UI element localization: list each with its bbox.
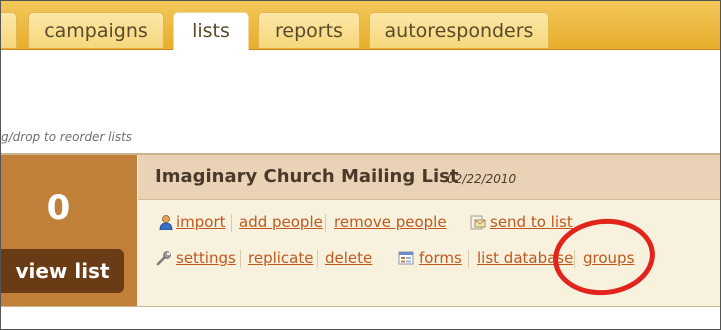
forms-link[interactable]: forms <box>419 249 462 267</box>
tab-partial[interactable] <box>1 12 17 48</box>
separator <box>231 214 232 232</box>
add-people-link[interactable]: add people <box>239 213 323 231</box>
wrench-icon <box>156 251 171 266</box>
separator <box>240 250 241 268</box>
tab-reports[interactable]: reports <box>258 12 360 48</box>
list-header: Imaginary Church Mailing List 02/22/2010 <box>138 155 720 200</box>
tab-autoresponders[interactable]: autoresponders <box>369 12 549 48</box>
replicate-link[interactable]: replicate <box>248 249 313 267</box>
list-title[interactable]: Imaginary Church Mailing List <box>155 166 458 187</box>
remove-people-link[interactable]: remove people <box>334 213 447 231</box>
tab-bar: campaigns lists reports autoresponders <box>1 1 720 50</box>
separator <box>317 250 318 268</box>
view-list-button[interactable]: view list <box>1 249 124 293</box>
send-mail-icon <box>470 215 486 230</box>
settings-link[interactable]: settings <box>176 249 236 267</box>
separator <box>325 214 326 232</box>
subscriber-count-box: 0 view list <box>1 155 137 306</box>
list-date: 02/22/2010 <box>447 172 517 186</box>
tab-campaigns[interactable]: campaigns <box>28 12 164 48</box>
send-to-list-link[interactable]: send to list <box>490 213 573 231</box>
separator <box>468 250 469 268</box>
import-link[interactable]: import <box>176 213 226 231</box>
delete-link[interactable]: delete <box>325 249 372 267</box>
form-icon <box>398 251 414 265</box>
person-icon <box>159 215 173 230</box>
subscriber-count: 0 <box>46 188 71 228</box>
app-window: campaigns lists reports autoresponders g… <box>0 0 721 330</box>
reorder-hint: g/drop to reorder lists <box>1 130 133 144</box>
tab-lists[interactable]: lists <box>173 12 249 50</box>
